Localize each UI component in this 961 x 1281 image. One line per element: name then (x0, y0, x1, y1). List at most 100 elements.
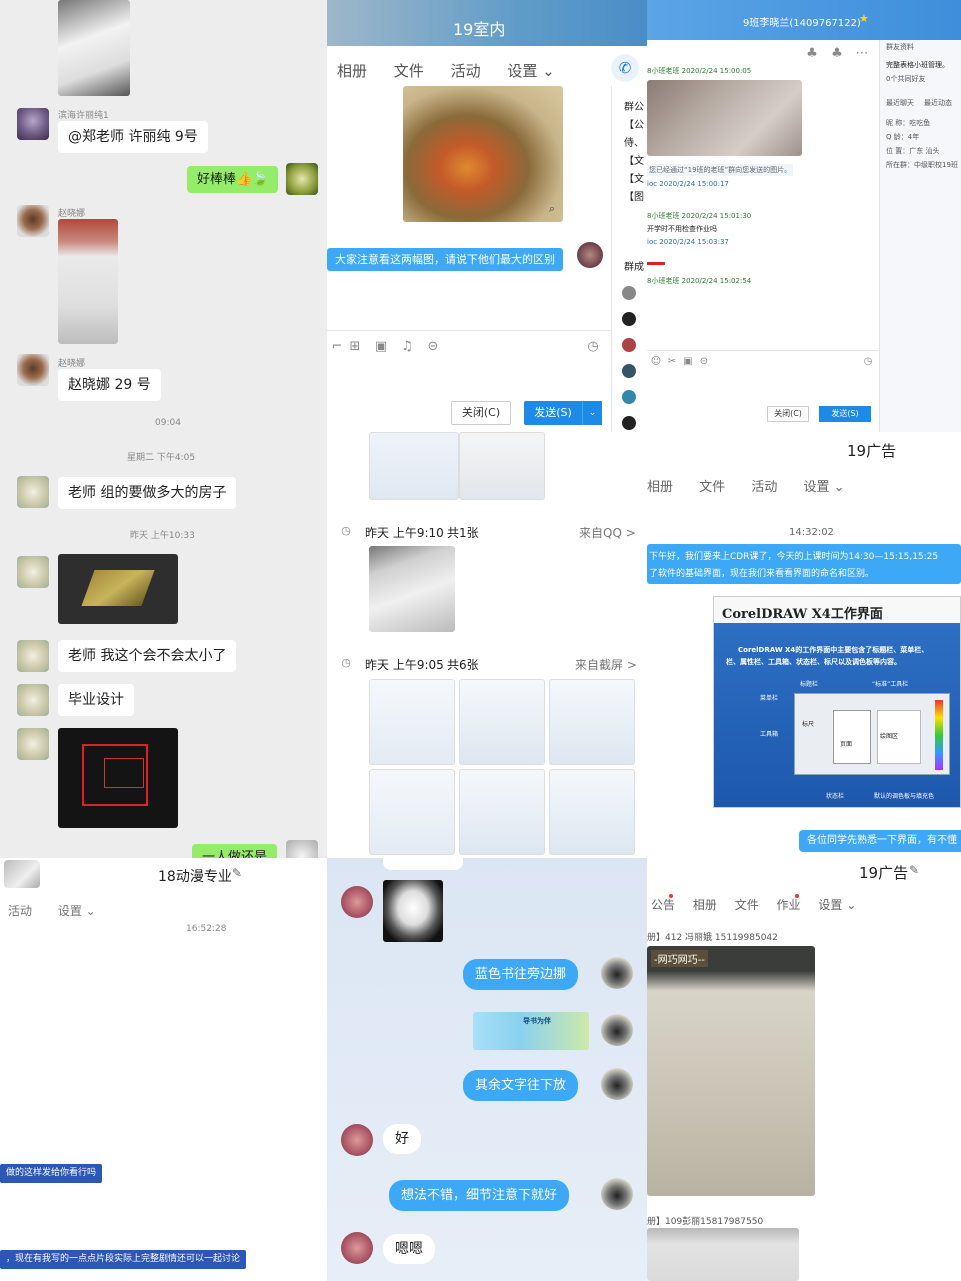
avatar[interactable] (17, 354, 49, 386)
tab-settings[interactable]: 设置 ⌄ (803, 480, 844, 495)
avatar[interactable] (17, 556, 49, 588)
album-source-link[interactable]: 来自截屏 > (575, 656, 637, 673)
avatar-self[interactable] (286, 163, 318, 195)
meme-sticker[interactable] (383, 880, 443, 942)
avatar[interactable] (341, 1232, 373, 1264)
close-button[interactable]: 关闭(C) (767, 406, 809, 422)
chat-bubble[interactable]: 老师 组的要做多大的房子 (58, 477, 237, 509)
tab-settings[interactable]: 设置 ⌄ (507, 62, 554, 80)
chat-bubble[interactable]: 老师 我这个会不会太小了 (58, 640, 237, 672)
photo-thumb[interactable] (369, 546, 455, 632)
tab-homework[interactable]: 作业 (777, 898, 801, 912)
add-member-icon[interactable]: ♣ (803, 44, 821, 62)
photo-thumb[interactable] (369, 769, 455, 855)
chat-bubble[interactable]: 各位同学先熟悉一下界面，有不懂 (799, 830, 961, 852)
screenshot-icon[interactable]: ⌐ (327, 336, 347, 356)
photo-document[interactable] (58, 219, 118, 344)
bell-icon[interactable]: ♫ (397, 336, 417, 356)
send-button[interactable]: 发送(S) (819, 406, 871, 422)
tab-settings[interactable]: 设置 ⌄ (58, 904, 96, 918)
avatar-self[interactable] (577, 242, 603, 268)
chat-bubble-self[interactable]: 蓝色书往旁边挪 (463, 959, 579, 990)
member-avatar[interactable] (622, 390, 636, 404)
avatar[interactable] (17, 728, 49, 760)
photo-floor-plan[interactable] (58, 728, 178, 828)
tab-album[interactable]: 相册 (647, 480, 673, 495)
still-life-painting[interactable]: ⌕ (403, 86, 563, 222)
avatar[interactable] (17, 640, 49, 672)
avatar[interactable] (17, 684, 49, 716)
photo-thumb[interactable] (459, 679, 545, 765)
chevron-down-icon[interactable]: ⌄ (582, 401, 602, 425)
avatar-self[interactable] (601, 1068, 633, 1100)
tab-album[interactable]: 相册 (337, 62, 367, 80)
more-icon[interactable]: ⊝ (697, 354, 711, 368)
avatar-self[interactable] (286, 840, 318, 858)
phone-icon[interactable]: ✆ (611, 54, 639, 82)
close-button[interactable]: 关闭(C) (451, 401, 511, 425)
chat-bubble-self[interactable]: 好棒棒👍🍃 (187, 166, 279, 193)
avatar-self[interactable] (601, 957, 633, 989)
tab-activity[interactable]: 活动 (8, 904, 32, 918)
tab-files[interactable]: 文件 (735, 898, 759, 912)
member-avatar[interactable] (622, 364, 636, 378)
photo-paper[interactable] (58, 0, 130, 96)
teacher-message[interactable]: 下午好，我们要来上CDR课了，今天的上课时间为14:30—15:15,15:25… (647, 544, 961, 584)
sticker-icon[interactable]: ⊞ (345, 336, 365, 356)
chat-bubble[interactable]: 毕业设计 (58, 684, 134, 716)
avatar-self[interactable] (601, 1178, 633, 1210)
chat-bubble-self[interactable]: 大家注意看这两幅图，请说下他们最大的区别 (327, 248, 563, 271)
photo-thumb[interactable] (549, 769, 635, 855)
group-avatar[interactable] (4, 860, 40, 888)
avatar[interactable] (341, 886, 373, 918)
tab-activity[interactable]: 活动 (451, 62, 481, 80)
emoji-icon[interactable]: ☺ (649, 354, 663, 368)
pencil-icon[interactable]: ✎ (909, 863, 919, 877)
photo-3d-model[interactable] (58, 554, 178, 624)
avatar[interactable] (341, 1124, 373, 1156)
chat-bubble-self[interactable]: 想法不错，细节注意下就好 (389, 1180, 570, 1211)
tab-recent-chat[interactable]: 最近聊天 (886, 98, 914, 108)
avatar[interactable] (17, 476, 49, 508)
chat-bubble[interactable] (383, 858, 463, 870)
homework-photo[interactable] (647, 1228, 799, 1281)
member-avatar[interactable] (622, 416, 636, 430)
chat-bubble-self[interactable]: 其余文字往下放 (463, 1070, 579, 1101)
avatar[interactable] (17, 205, 49, 237)
scissors-icon[interactable]: ✂ (665, 354, 679, 368)
more-options-icon[interactable]: ⋯ (853, 44, 871, 62)
photo-thumb[interactable] (459, 769, 545, 855)
history-icon[interactable]: ◷ (583, 336, 603, 356)
photo-thumb[interactable] (369, 679, 455, 765)
photo-thumb[interactable] (369, 432, 459, 500)
tab-recent-feed[interactable]: 最近动态 (924, 98, 952, 108)
chat-bubble[interactable]: 嗯嗯 (383, 1234, 435, 1264)
slide-image[interactable]: CorelDRAW X4工作界面 CorelDRAW X4的工作界面中主要包含了… (713, 596, 961, 808)
photo-thumb[interactable] (459, 432, 545, 500)
chat-bubble[interactable]: @郑老师 许丽纯 9号 (58, 121, 208, 153)
homework-photo[interactable]: -网巧网巧-- (647, 946, 815, 1196)
zoom-icon[interactable]: ⌕ (545, 202, 559, 216)
photo-thumb[interactable] (549, 679, 635, 765)
chat-bubble[interactable]: 好 (383, 1124, 421, 1154)
album-source-link[interactable]: 来自QQ > (579, 524, 636, 541)
send-button[interactable]: 发送(S) (524, 401, 582, 425)
avatar-self[interactable] (601, 1014, 633, 1046)
more-icon[interactable]: ⊝ (423, 336, 443, 356)
tab-album[interactable]: 相册 (693, 898, 717, 912)
member-avatar[interactable] (622, 312, 636, 326)
photo-handwriting[interactable] (647, 80, 802, 156)
tab-files[interactable]: 文件 (699, 480, 725, 495)
group-icon[interactable]: ♣ (828, 44, 846, 62)
image-icon[interactable]: ▣ (681, 354, 695, 368)
chat-bubble-self[interactable]: 一人做还是 (192, 844, 278, 858)
pencil-icon[interactable]: ✎ (232, 866, 242, 880)
history-icon[interactable]: ◷ (861, 354, 875, 368)
image-icon[interactable]: ▣ (371, 336, 391, 356)
chat-bubble[interactable]: ，现在有我写的一点点片段实际上完整剧情还可以一起讨论 (0, 1250, 247, 1269)
tab-settings[interactable]: 设置 ⌄ (818, 898, 856, 912)
chat-bubble[interactable]: 赵晓娜 29 号 (58, 369, 161, 401)
tab-announcement[interactable]: 公告 (651, 898, 675, 912)
member-avatar[interactable] (622, 338, 636, 352)
member-avatar[interactable] (622, 286, 636, 300)
